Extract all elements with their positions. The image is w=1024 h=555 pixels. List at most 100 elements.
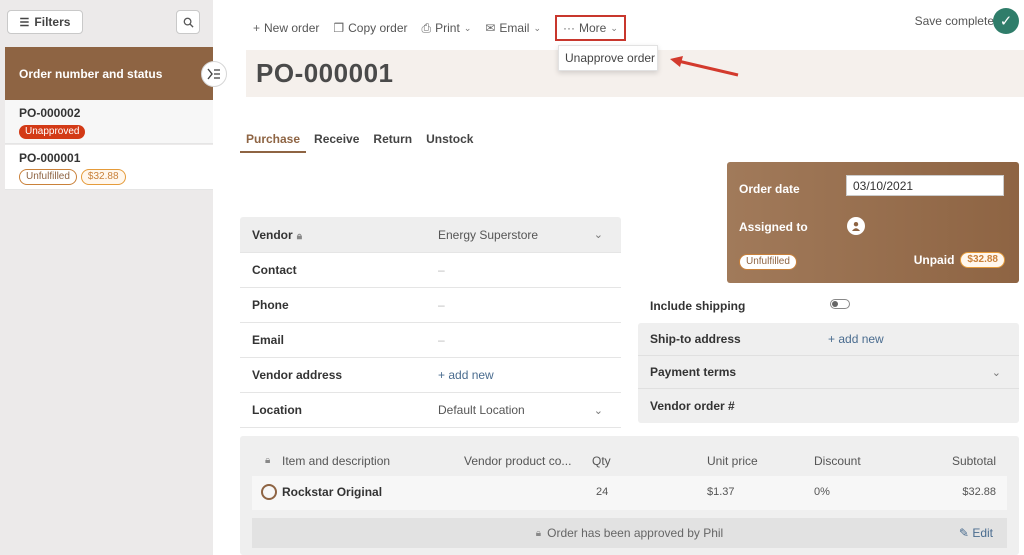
print-button[interactable]: ⎙ Print ⌄ [422,21,472,36]
include-shipping-row: Include shipping [638,290,1018,322]
contact-value: – [438,263,445,277]
edit-label: Edit [972,526,993,540]
payment-terms-field[interactable]: Payment terms ⌄ [638,356,1019,389]
order-date-label: Order date [739,182,800,196]
contact-field[interactable]: Contact – [240,253,621,288]
chevron-down-icon: ⌄ [991,366,1001,379]
edit-button[interactable]: ✎ Edit [959,526,993,540]
column-header: Subtotal [951,454,996,468]
column-header: Qty [592,454,611,468]
vendor-order-field[interactable]: Vendor order # [638,389,1019,423]
annotation-arrow-icon [670,56,739,77]
order-list-item[interactable]: PO-000001 Unfulfilled $32.88 [5,145,213,190]
fulfillment-status: Unfulfilled [739,253,797,270]
list-column-header: Order number and status [5,47,213,100]
email-button[interactable]: ✉ Email ⌄ [485,21,541,35]
copy-icon: ❐ [333,21,345,35]
column-header: Discount [814,454,861,468]
filters-button[interactable]: ☰ Filters [7,10,83,34]
column-header: Item and description [282,454,391,468]
status-badge: Unfulfilled [19,169,77,185]
tab-return[interactable]: Return [367,130,418,153]
email-field[interactable]: Email – [240,323,621,358]
page-title: PO-000001 [256,58,394,88]
lock-icon: 🔒︎ [296,230,303,242]
email-value: – [438,333,445,347]
field-label: Location [252,403,302,417]
more-button[interactable]: ··· More ⌄ [554,15,626,41]
qty: 24 [596,486,609,498]
approval-bar: 🔒︎ Order has been approved by Phil ✎ Edi… [252,518,1007,548]
status-badge: Unfulfilled [739,254,797,270]
email-label: Email [499,21,530,35]
column-header: Unit price [707,454,758,468]
order-number: PO-000002 [19,106,81,120]
vendor-value: Energy Superstore [438,227,539,242]
assigned-to-label: Assigned to [739,220,808,234]
table-header: 🔒︎ Item and description Vendor product c… [240,454,1019,472]
print-label: Print [435,21,460,35]
payment-status: Unpaid $32.88 [914,252,1005,268]
order-detail: + New order ❐ Copy order ⎙ Print ⌄ ✉ Ema… [213,0,1024,555]
unit-price: $1.37 [707,486,735,498]
add-vendor-address-link[interactable]: + add new [438,368,494,382]
lock-icon: 🔒︎ [535,527,542,539]
lock-icon: 🔒︎ [265,455,271,466]
collapse-panel-button[interactable] [201,61,227,87]
save-status: Save complete [914,14,994,28]
phone-value: – [438,298,445,312]
chevron-down-icon: ⌄ [610,22,618,33]
field-label: Email [252,333,285,347]
item-status-circle-icon [261,484,277,500]
include-shipping-label: Include shipping [650,299,746,313]
copy-order-label: Copy order [348,21,408,35]
vendor-field[interactable]: Vendor 🔒︎ Energy Superstore ⌄ [240,217,621,253]
phone-field[interactable]: Phone – [240,288,621,323]
location-field[interactable]: Location Default Location ⌄ [240,393,621,428]
column-header: Vendor product co... [464,454,572,468]
field-label: Payment terms [650,365,737,379]
tab-unstock[interactable]: Unstock [420,130,479,153]
subtotal: $32.88 [962,486,996,498]
vendor-address-field: Vendor address + add new [240,358,621,393]
amount-badge: $32.88 [80,169,126,185]
field-label: Vendor address [252,368,343,382]
filters-label: Filters [34,15,71,29]
item-name: Rockstar Original [282,485,383,499]
location-value: Default Location [438,403,525,417]
shipping-card: Ship-to address + add new Payment terms … [638,323,1019,423]
field-label: Contact [252,263,297,277]
order-summary-card: Order date 03/10/2021 Assigned to Unfulf… [727,162,1019,283]
envelope-icon: ✉ [485,21,496,35]
user-icon [852,222,860,231]
more-menu-item-unapprove[interactable]: Unapprove order [558,45,658,71]
filter-lines-icon: ☰ [19,16,30,29]
order-date-input[interactable]: 03/10/2021 [846,175,1004,196]
table-row[interactable]: Rockstar Original 24 $1.37 0% $32.88 [252,476,1007,510]
tab-receive[interactable]: Receive [308,130,365,153]
check-icon: ✓ [993,8,1019,34]
include-shipping-toggle[interactable] [830,299,850,309]
chevron-down-icon: ⌄ [593,229,603,241]
more-label: More [578,21,607,35]
order-list-item[interactable]: PO-000002 Unapproved [5,100,213,144]
new-order-label: New order [264,21,320,35]
new-order-button[interactable]: + New order [253,21,319,35]
add-ship-to-link[interactable]: + add new [828,332,884,346]
order-number: PO-000001 [19,151,81,165]
field-label: Ship-to address [650,332,741,346]
assignee-avatar[interactable] [847,217,865,235]
collapse-sidebar-icon [207,68,220,80]
ellipsis-icon: ··· [562,21,575,35]
chevron-down-icon: ⌄ [463,22,472,33]
copy-order-button[interactable]: ❐ Copy order [333,21,407,35]
order-list-panel: ☰ Filters Order number and status PO-000… [0,0,213,555]
pencil-icon: ✎ [958,526,969,540]
field-label: Vendor order # [650,399,735,413]
field-label: Phone [252,298,289,312]
tab-purchase[interactable]: Purchase [240,130,307,153]
search-button[interactable] [176,10,200,34]
approval-note: Order has been approved by Phil [547,526,724,540]
toolbar: + New order ❐ Copy order ⎙ Print ⌄ ✉ Ema… [213,8,1024,48]
printer-icon: ⎙ [421,20,432,35]
